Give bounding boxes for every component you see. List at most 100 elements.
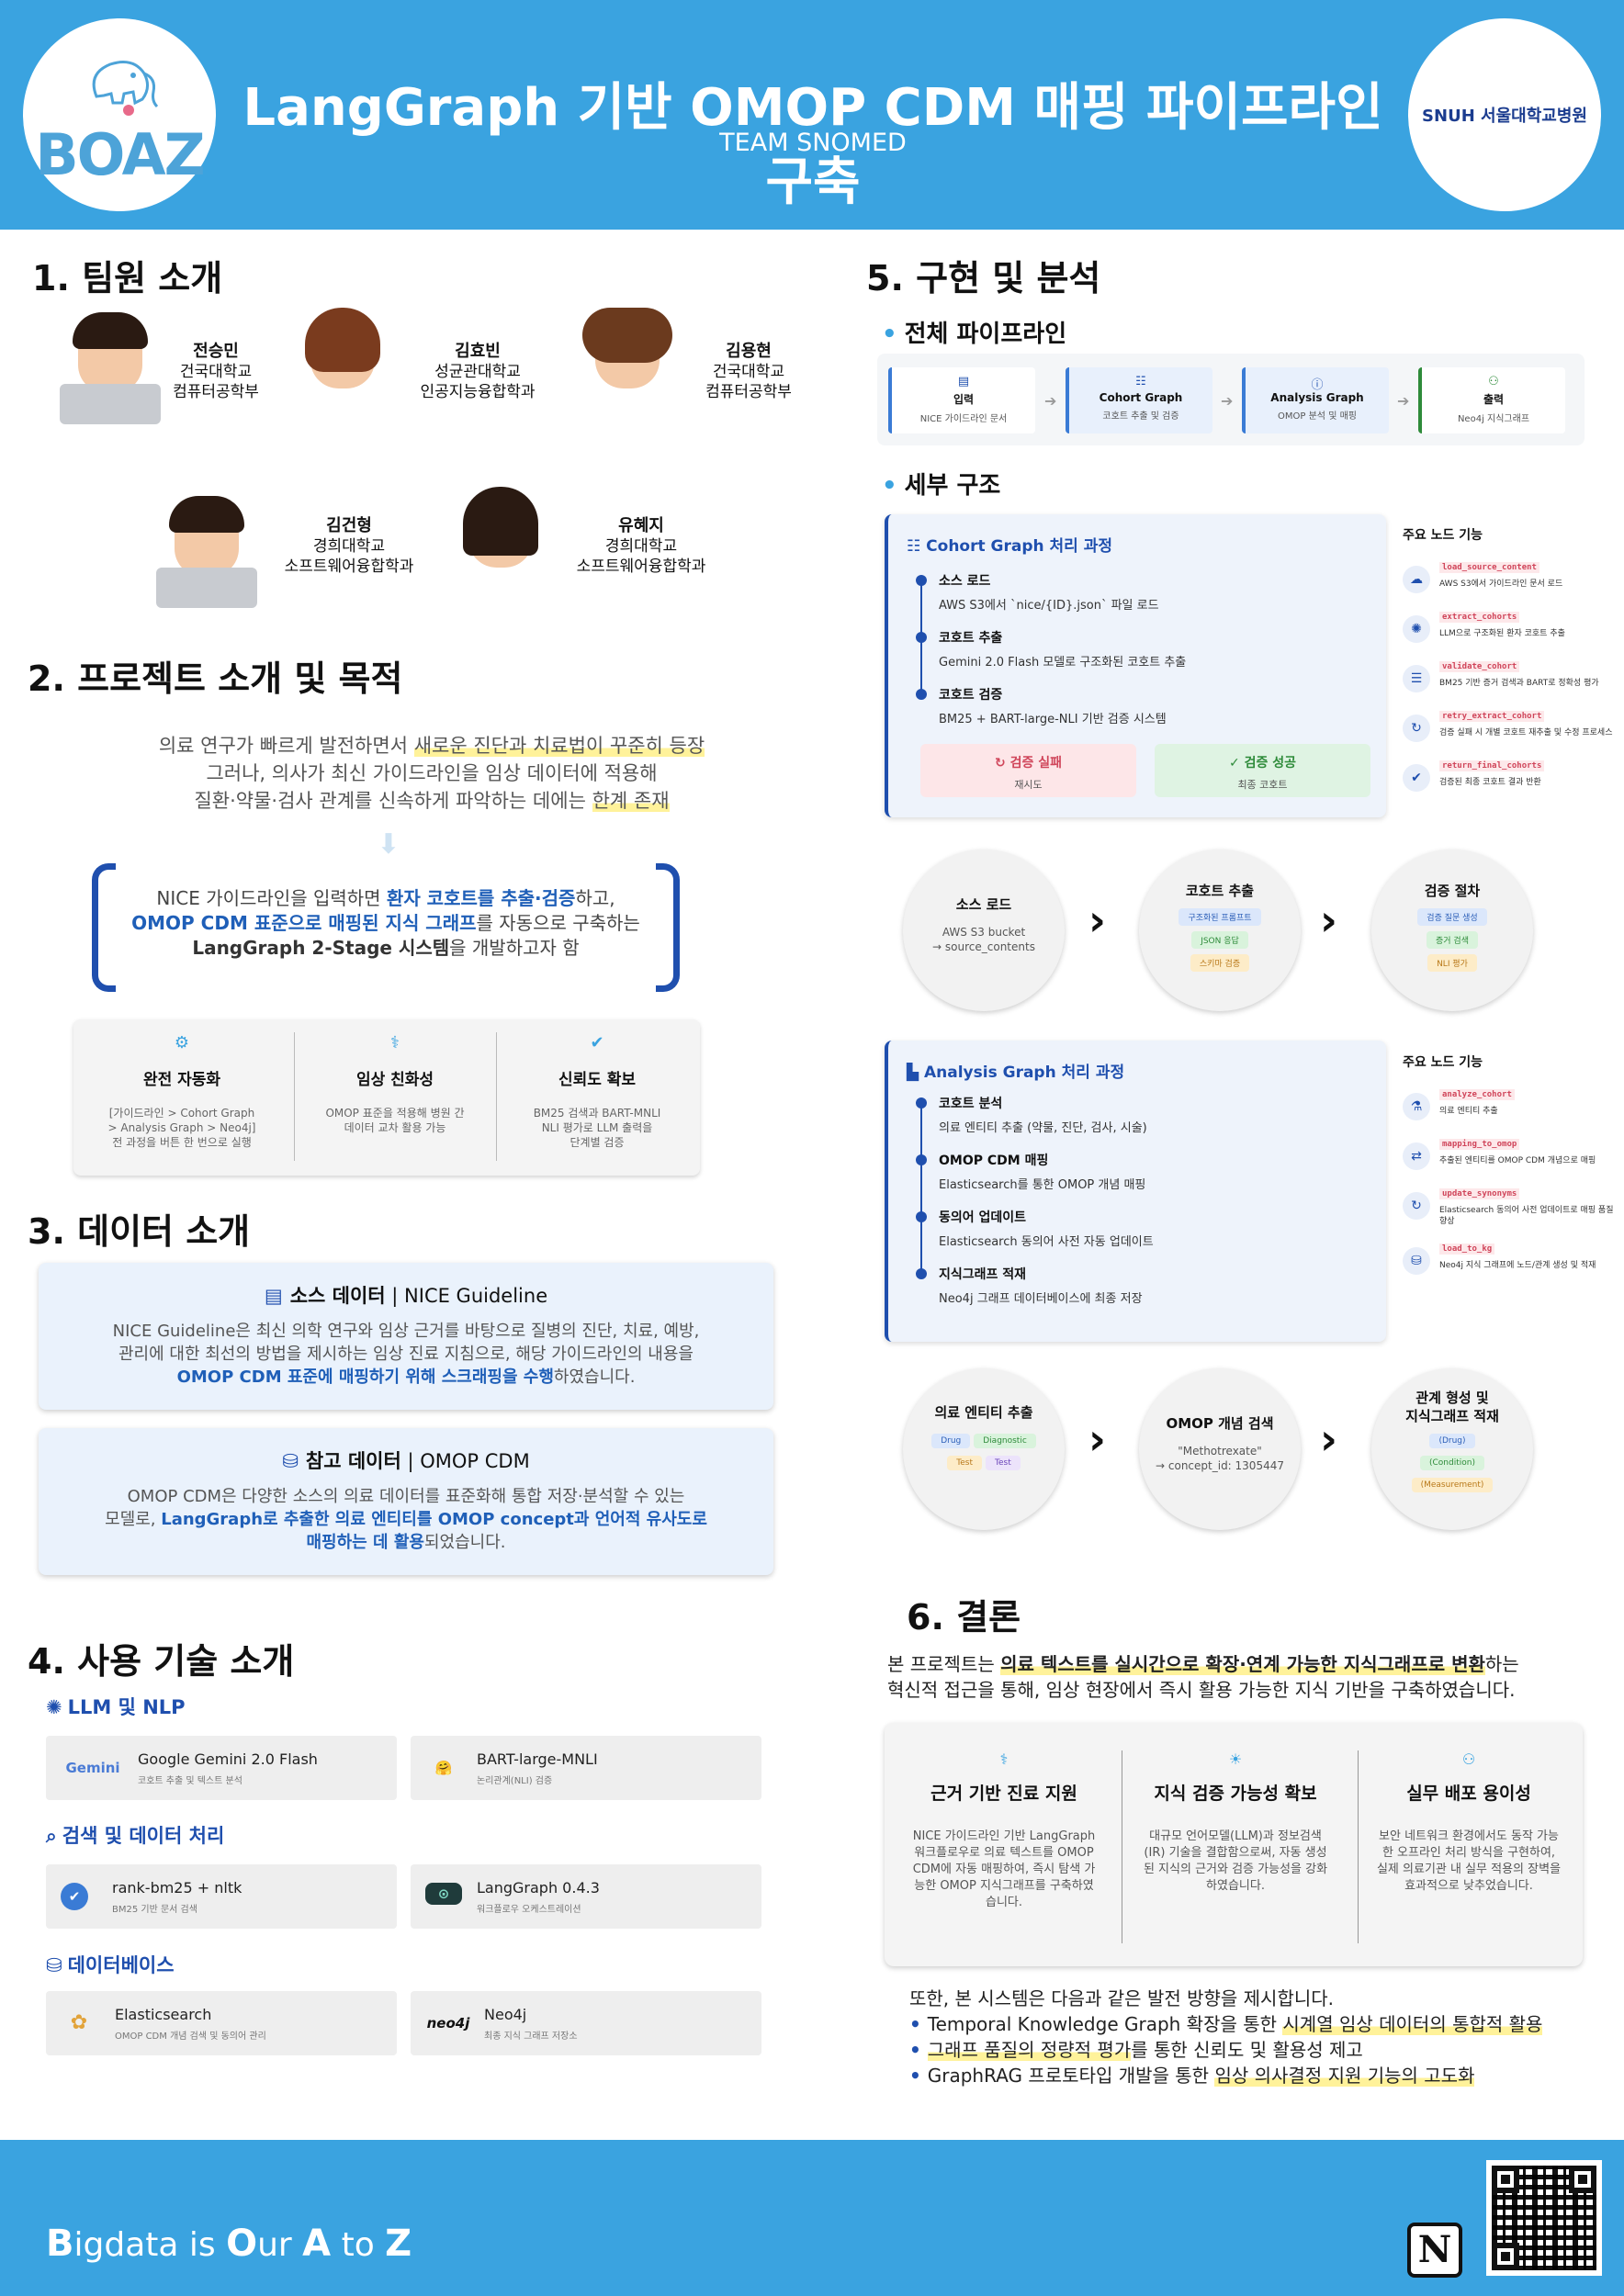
- lightbulb-icon: ☀: [1228, 1750, 1243, 1768]
- cohort-step: 코호트 검증 BM25 + BART-large-NLI 기반 검증 시스템: [939, 688, 1167, 726]
- database-icon: ⛁: [1403, 1247, 1430, 1275]
- poster-subtitle: TEAM SNOMED: [719, 129, 907, 157]
- member-dept: 인공지능융합학과: [420, 383, 536, 401]
- chevron-right-icon: ›: [1088, 1414, 1106, 1464]
- conclusion-item: ☀ 지식 검증 가능성 확보 대규모 언어모델(LLM)과 정보검색(IR) 기…: [1125, 1750, 1346, 1895]
- arrow-down-icon: ⬇: [377, 828, 400, 861]
- pipeline-step: ▤ 입력 NICE 가이드라인 문서: [888, 367, 1035, 433]
- file-chart-icon: ▤: [264, 1285, 283, 1307]
- brain-icon: ✺: [1403, 615, 1430, 643]
- project-background: 의료 연구가 빠르게 발전하면서 새로운 진단과 치료법이 꾸준히 등장 그러나…: [158, 735, 705, 812]
- conclusion-card: ⚕ 근거 기반 진료 지원 NICE 가이드라인 기반 LangGraph 워크…: [885, 1723, 1583, 1966]
- graph-icon: ⚇: [1488, 375, 1499, 388]
- database-icon: ⛁: [46, 1954, 62, 1976]
- conclusion-item: ⚕ 근거 기반 진료 지원 NICE 가이드라인 기반 LangGraph 워크…: [894, 1750, 1114, 1911]
- document-icon: ▤: [957, 375, 970, 388]
- chevron-right-icon: ›: [1320, 895, 1337, 945]
- validation-fail-box: ↻ 검증 실패 재시도: [920, 744, 1136, 797]
- member-school: 건국대학교: [179, 363, 253, 381]
- feature-item: ⚙ 완전 자동화 [가이드라인 > Cohort Graph > Analysis…: [81, 1033, 283, 1150]
- tech-item: ⊙ LangGraph 0.4.3 워크플로우 오케스트레이션: [411, 1864, 761, 1929]
- validation-success-box: ✓ 검증 성공 최종 코호트: [1155, 744, 1370, 797]
- analysis-step: 코호트 분석 의료 엔티티 추출 (약물, 진단, 검사, 시술): [939, 1097, 1147, 1135]
- list-check-icon: ☰: [1403, 665, 1430, 692]
- section-tech-heading: 4. 사용 기술 소개: [28, 1641, 295, 1682]
- tech-group-title: ⛁ 데이터베이스: [46, 1954, 175, 1976]
- boaz-logo: BOAZ: [23, 18, 216, 211]
- header-banner: BOAZ LangGraph 기반 OMOP CDM 매핑 파이프라인 구축 T…: [0, 0, 1624, 230]
- section-impl-heading: 5. 구현 및 분석: [866, 258, 1101, 298]
- source-data-card: ▤ 소스 데이터 | NICE Guideline NICE Guideline은…: [39, 1263, 773, 1410]
- member-dept: 소프트웨어융합학과: [284, 557, 414, 576]
- reference-data-card: ⛁ 참고 데이터 | OMOP CDM OMOP CDM은 다양한 소스의 의료 …: [39, 1428, 773, 1575]
- check-badge-icon: ✔: [1403, 764, 1430, 792]
- member-avatar: [450, 487, 551, 597]
- tech-group-title: ⌕ 검색 및 데이터 처리: [46, 1825, 225, 1847]
- member-dept: 컴퓨터공학부: [705, 383, 792, 401]
- process-circle: 의료 엔티티 추출 Drug Diagnostic Test Test: [903, 1368, 1065, 1530]
- feature-item: ⚕ 임상 친화성 OMOP 표준을 적용해 병원 간 데이터 교차 활용 가능: [294, 1033, 496, 1135]
- list-item: Temporal Knowledge Graph 확장을 통한 시계열 임상 데…: [909, 2011, 1617, 2037]
- member-name: 김효빈: [455, 342, 501, 361]
- tech-item: ✿ Elasticsearch OMOP CDM 개념 검색 및 동의어 관리: [46, 1991, 397, 2055]
- member-name: 전승민: [193, 342, 239, 361]
- check-icon: ✓: [1228, 756, 1245, 771]
- feature-item: ✔ 신뢰도 확보 BM25 검색과 BART-MNLI NLI 평가로 LLM 출…: [496, 1033, 698, 1150]
- gemini-logo: Gemini: [65, 1760, 120, 1776]
- chevron-right-icon: ›: [1320, 1414, 1337, 1464]
- overall-pipeline: ▤ 입력 NICE 가이드라인 문서 ➔ ☷ Cohort Graph 코호트 …: [877, 354, 1585, 445]
- elasticsearch-logo: ✿: [70, 2011, 88, 2034]
- pipeline-subheading: 전체 파이프라인: [882, 315, 1067, 349]
- flask-icon: ⚗: [1403, 1093, 1430, 1120]
- process-circle: OMOP 개념 검색 "Methotrexate" → concept_id: 1…: [1139, 1368, 1301, 1530]
- slogan: Bigdata is Our A to Z: [46, 2223, 412, 2265]
- member-dept: 소프트웨어융합학과: [576, 557, 706, 576]
- cloud-upload-icon: ☁: [1403, 566, 1430, 593]
- section-conclusion-heading: 6. 결론: [907, 1597, 1021, 1638]
- member-school: 경희대학교: [604, 537, 678, 556]
- tech-group-title: ✺ LLM 및 NLP: [46, 1696, 186, 1718]
- member-school: 경희대학교: [312, 537, 386, 556]
- tech-item: neo4j Neo4j 최종 지식 그래프 저장소: [411, 1991, 761, 2055]
- member-school: 건국대학교: [712, 363, 785, 381]
- process-circle: 관계 형성 및 지식그래프 적재 (Drug) (Condition) (Meas…: [1371, 1368, 1533, 1530]
- analysis-step: OMOP CDM 매핑 Elasticsearch를 통한 OMOP 개념 매핑: [939, 1154, 1146, 1192]
- retry-icon: ↻: [1403, 715, 1430, 742]
- notion-icon[interactable]: N: [1407, 2223, 1462, 2278]
- cohort-step: 소스 로드 AWS S3에서 `nice/{ID}.json` 파일 로드: [939, 574, 1159, 613]
- chevron-right-icon: ›: [1088, 895, 1106, 945]
- tech-item: 🤗 BART-large-MNLI 논리관계(NLI) 검증: [411, 1736, 761, 1800]
- boaz-logo-text: BOAZ: [35, 121, 205, 188]
- swap-icon: ⇄: [1403, 1142, 1430, 1170]
- network-icon: ⚇: [1461, 1750, 1476, 1768]
- check-badge-icon: ✔: [590, 1033, 604, 1052]
- member-name: 김건형: [326, 516, 372, 535]
- process-circle: 소스 로드 AWS S3 bucket → source_contents: [903, 850, 1065, 1011]
- future-directions: Temporal Knowledge Graph 확장을 통한 시계열 임상 데…: [909, 2011, 1617, 2088]
- member-name: 김용현: [726, 342, 772, 361]
- huggingface-logo: 🤗: [434, 1760, 453, 1776]
- tech-item: ✔ rank-bm25 + nltk BM25 기반 문서 검색: [46, 1864, 397, 1929]
- analysis-step: 지식그래프 적재 Neo4j 그래프 데이터베이스에 최종 저장: [939, 1267, 1143, 1306]
- tech-item: Gemini Google Gemini 2.0 Flash 코호트 추출 및 …: [46, 1736, 397, 1800]
- search-icon: ⌕: [46, 1825, 57, 1847]
- arrow-right-icon: ➔: [1221, 392, 1234, 410]
- cohort-graph-card: ☷ Cohort Graph 처리 과정 소스 로드 AWS S3에서 `nice…: [885, 514, 1386, 817]
- section-project-heading: 2. 프로젝트 소개 및 목적: [28, 658, 403, 699]
- snuh-logo: SNUH 서울대학교병원: [1408, 18, 1601, 211]
- member-avatar: [292, 308, 393, 418]
- brain-icon: ✺: [46, 1696, 62, 1718]
- analysis-graph-card: ▙ Analysis Graph 처리 과정 코호트 분석 의료 엔티티 추출 (…: [885, 1041, 1386, 1342]
- pipeline-step: ☷ Cohort Graph 코호트 추출 및 검증: [1066, 367, 1212, 433]
- detail-subheading: 세부 구조: [882, 467, 1001, 501]
- member-avatar: [156, 496, 257, 608]
- project-goal: NICE 가이드라인을 입력하면 환자 코호트를 추출·검증하고, OMOP C…: [92, 863, 680, 992]
- users-icon: ☷: [907, 537, 927, 556]
- neo4j-logo: neo4j: [426, 2015, 470, 2032]
- bm25-logo: ✔: [61, 1883, 88, 1910]
- stethoscope-icon: ⚕: [390, 1033, 400, 1052]
- section-data-heading: 3. 데이터 소개: [28, 1211, 251, 1252]
- arrow-right-icon: ➔: [1044, 392, 1057, 410]
- info-icon: ⓘ: [1311, 378, 1324, 392]
- qr-code[interactable]: [1486, 2160, 1602, 2276]
